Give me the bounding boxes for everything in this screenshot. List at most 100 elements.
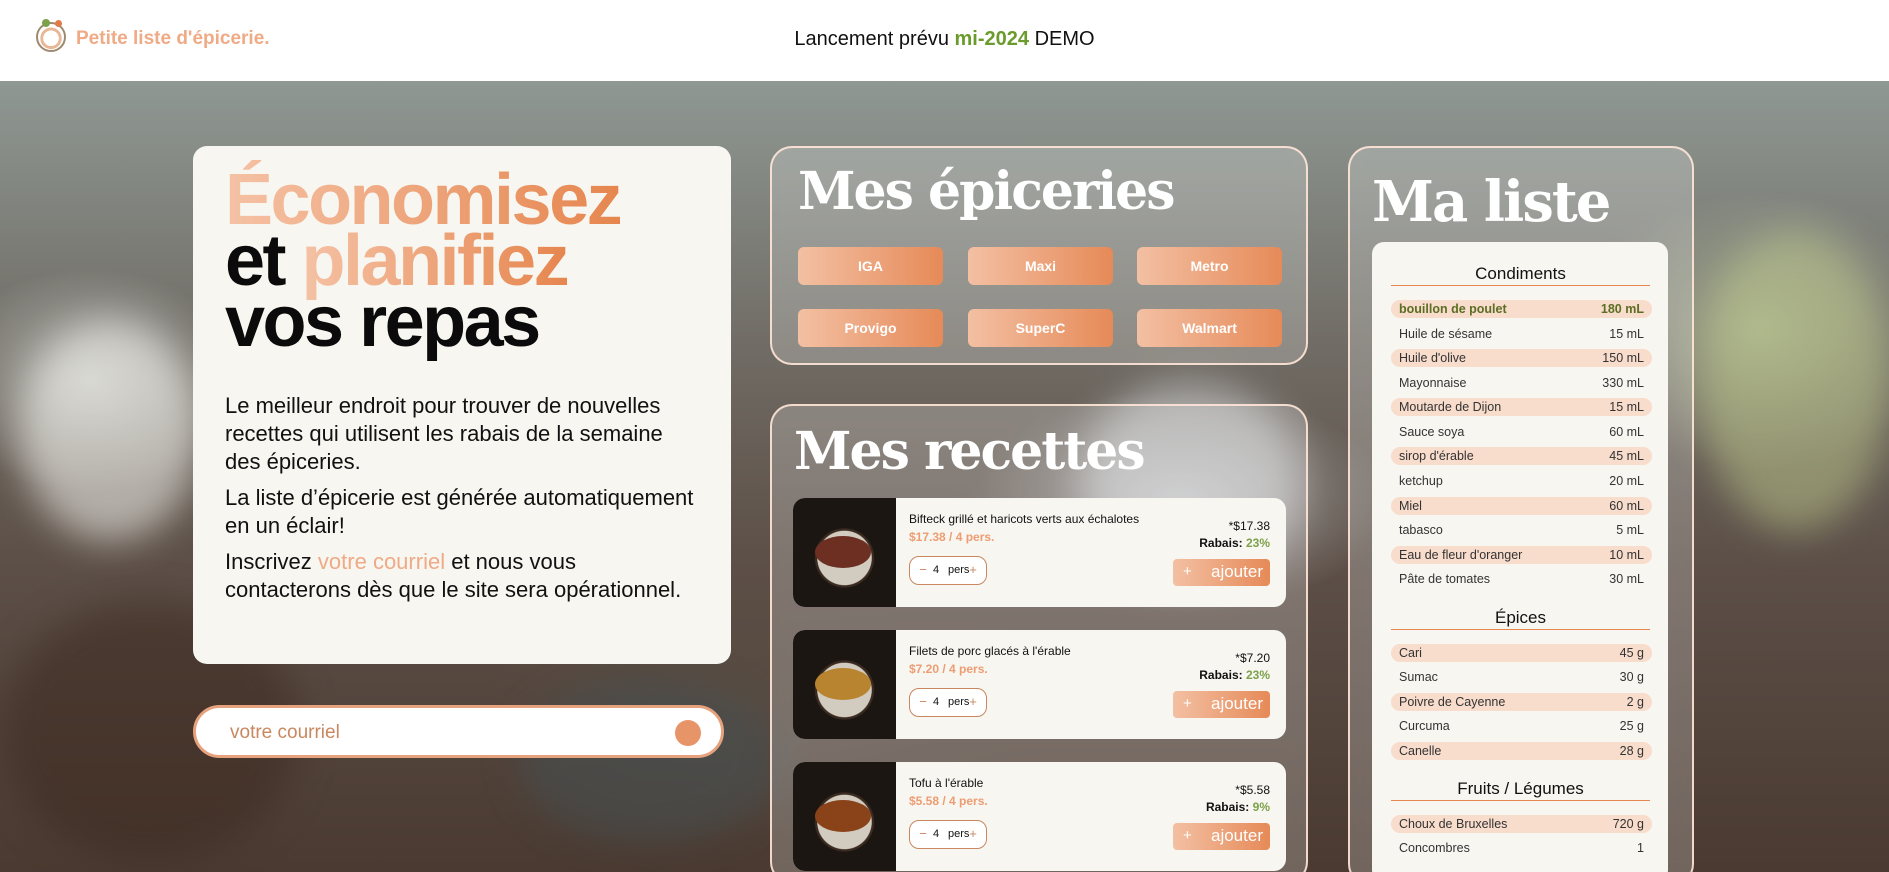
hero-card: Économisez et planifiez vos repas Le mei…	[193, 146, 731, 664]
item-qty: 1	[1637, 841, 1644, 855]
recipe-price: $7.20 / 4 pers.	[909, 662, 988, 676]
item-name: Sumac	[1399, 670, 1438, 684]
item-name: Concombres	[1399, 841, 1470, 855]
plus-icon[interactable]: +	[967, 563, 979, 577]
item-name: Pâte de tomates	[1399, 572, 1491, 586]
add-label: ajouter	[1211, 562, 1263, 581]
recipe-image-steak	[793, 498, 896, 607]
headline-line3: vos repas	[225, 282, 541, 362]
item-name: Cari	[1399, 646, 1422, 660]
recipe-price: $5.58 / 4 pers.	[909, 794, 988, 808]
list-item[interactable]: Mayonnaise 330 mL	[1391, 374, 1652, 392]
minus-icon[interactable]: −	[917, 695, 929, 709]
list-item[interactable]: Miel 60 mL	[1391, 497, 1652, 515]
recipe-image-pork	[793, 630, 896, 739]
item-qty: 30 g	[1619, 670, 1644, 684]
list-item[interactable]: sirop d'érable 45 mL	[1391, 447, 1652, 465]
list-item[interactable]: Pâte de tomates 30 mL	[1391, 570, 1652, 588]
email-link[interactable]: votre courriel	[318, 549, 445, 574]
rebate-label: Rabais:	[1205, 800, 1250, 814]
item-qty: 15 mL	[1609, 327, 1644, 341]
hero-paragraph-3: Inscrivez votre courriel et nous vous co…	[225, 548, 699, 604]
list-item[interactable]: Poivre de Cayenne 2 g	[1391, 693, 1652, 711]
recipe-rebate: Rabais: 9%	[1206, 800, 1270, 814]
item-qty: 45 mL	[1609, 449, 1644, 463]
recipe-rebate: Rabais: 23%	[1199, 536, 1270, 550]
hero-p3-start: Inscrivez	[225, 549, 312, 574]
list-item[interactable]: Huile de sésame 15 mL	[1391, 325, 1652, 343]
stores-panel: Mes épiceries IGA Maxi Metro Provigo Sup…	[770, 146, 1308, 365]
plus-icon[interactable]: +	[967, 695, 979, 709]
item-name: Choux de Bruxelles	[1399, 817, 1508, 831]
launch-suffix: DEMO	[1034, 28, 1095, 50]
list-item[interactable]: ketchup 20 mL	[1391, 472, 1652, 490]
add-label: ajouter	[1211, 694, 1263, 713]
plus-icon: +	[1183, 827, 1192, 844]
shopping-list-box[interactable]: Condiments bouillon de poulet 180 mL Huil…	[1372, 242, 1668, 872]
rebate-value: 23%	[1245, 536, 1270, 550]
top-bar: Petite liste d'épicerie. Lancement prévu…	[0, 0, 1889, 81]
item-name: ketchup	[1399, 474, 1443, 488]
servings-value: 4	[933, 564, 940, 576]
servings-stepper: − 4 pers +	[909, 556, 987, 585]
recipe-name[interactable]: Bifteck grillé et haricots verts aux éch…	[909, 512, 1139, 526]
item-name: bouillon de poulet	[1399, 302, 1507, 316]
store-button-provigo[interactable]: Provigo	[798, 309, 943, 347]
item-name: Canelle	[1399, 744, 1442, 758]
rebate-value: 9%	[1252, 800, 1270, 814]
recipe-name[interactable]: Filets de porc glacés à l'érable	[909, 644, 1071, 658]
item-qty: 45 g	[1619, 646, 1644, 660]
item-qty: 150 mL	[1602, 351, 1644, 365]
list-item[interactable]: Sumac 30 g	[1391, 668, 1652, 686]
list-item[interactable]: Choux de Bruxelles 720 g	[1391, 815, 1652, 833]
item-name: Eau de fleur d'oranger	[1399, 548, 1523, 562]
rebate-label: Rabais:	[1199, 668, 1243, 682]
list-item[interactable]: Sauce soya 60 mL	[1391, 423, 1652, 441]
recipe-card[interactable]: Filets de porc glacés à l'érable $7.20 /…	[793, 630, 1286, 739]
hero-paragraph-2: La liste d’épicerie est générée automati…	[225, 485, 694, 538]
list-item[interactable]: Curcuma 25 g	[1391, 717, 1652, 735]
item-qty: 15 mL	[1609, 400, 1644, 414]
servings-value: 4	[933, 696, 940, 708]
store-button-iga[interactable]: IGA	[798, 247, 943, 285]
item-name: Curcuma	[1399, 719, 1450, 733]
add-recipe-button[interactable]: + ajouter	[1173, 823, 1270, 850]
list-item[interactable]: Huile d'olive 150 mL	[1391, 349, 1652, 367]
hero-headline: Économisez et planifiez vos repas	[225, 164, 699, 358]
store-button-walmart[interactable]: Walmart	[1137, 309, 1282, 347]
minus-icon[interactable]: −	[917, 827, 929, 841]
item-name: Huile de sésame	[1399, 327, 1493, 341]
email-input[interactable]	[230, 720, 650, 746]
store-button-superc[interactable]: SuperC	[968, 309, 1113, 347]
list-item[interactable]: Eau de fleur d'oranger 10 mL	[1391, 546, 1652, 564]
item-qty: 20 mL	[1609, 474, 1644, 488]
hero-paragraph-1: Le meilleur endroit pour trouver de nouv…	[225, 393, 663, 474]
item-qty: 25 g	[1619, 719, 1644, 733]
list-item[interactable]: bouillon de poulet 180 mL	[1391, 300, 1652, 318]
stores-title: Mes épiceries	[798, 161, 1175, 222]
plus-icon[interactable]: +	[967, 827, 979, 841]
email-submit-button[interactable]	[675, 720, 701, 746]
list-item[interactable]: tabasco 5 mL	[1391, 521, 1652, 539]
add-recipe-button[interactable]: + ajouter	[1173, 559, 1270, 586]
launch-banner: Lancement prévu mi-2024 DEMO	[0, 28, 1889, 51]
recipe-card[interactable]: Bifteck grillé et haricots verts aux éch…	[793, 498, 1286, 607]
list-item[interactable]: Moutarde de Dijon 15 mL	[1391, 398, 1652, 416]
item-name: Moutarde de Dijon	[1399, 400, 1502, 414]
minus-icon[interactable]: −	[917, 563, 929, 577]
recipe-price: $17.38 / 4 pers.	[909, 530, 995, 544]
shopping-list-title: Ma liste	[1372, 169, 1611, 235]
recipe-rebate: Rabais: 23%	[1199, 668, 1270, 682]
item-qty: 60 mL	[1609, 499, 1644, 513]
recipe-name[interactable]: Tofu à l'érable	[909, 776, 983, 790]
store-button-maxi[interactable]: Maxi	[968, 247, 1113, 285]
add-recipe-button[interactable]: + ajouter	[1173, 691, 1270, 718]
store-button-metro[interactable]: Metro	[1137, 247, 1282, 285]
list-item[interactable]: Concombres 1	[1391, 839, 1652, 857]
launch-prefix: Lancement prévu	[794, 28, 949, 50]
list-item[interactable]: Cari 45 g	[1391, 644, 1652, 662]
item-qty: 720 g	[1612, 817, 1644, 831]
list-item[interactable]: Canelle 28 g	[1391, 742, 1652, 760]
recipe-card[interactable]: Tofu à l'érable $5.58 / 4 pers. − 4 pers…	[793, 762, 1286, 871]
item-qty: 5 mL	[1616, 523, 1644, 537]
